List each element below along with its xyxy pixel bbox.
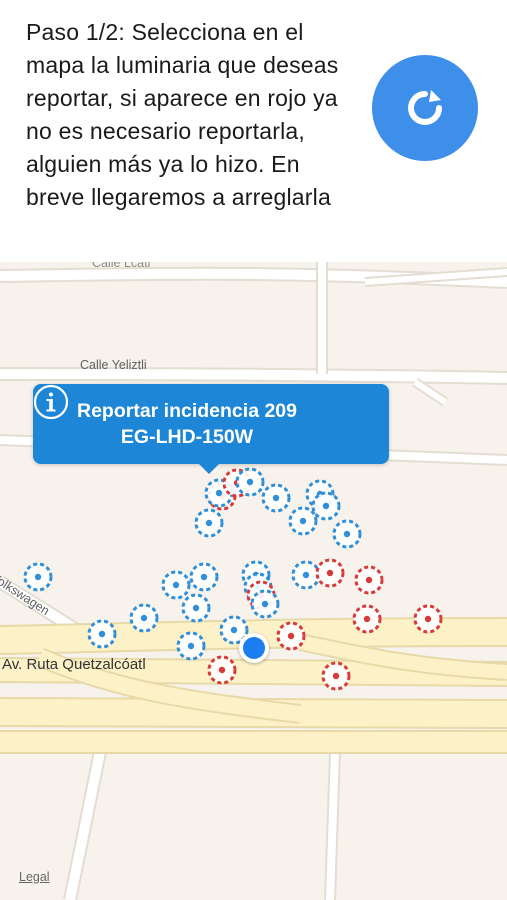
report-callout[interactable]: Reportar incidencia 209 EG-LHD-150W — [33, 384, 389, 464]
streetlight-marker[interactable] — [189, 562, 219, 592]
callout-title: Reportar incidencia 209 — [76, 400, 297, 422]
map-base — [0, 262, 507, 900]
streetlight-marker[interactable] — [261, 483, 291, 513]
refresh-button[interactable] — [372, 55, 478, 161]
street-label-top: Calle Lcatl — [92, 262, 151, 270]
instructions-header: Paso 1/2: Selecciona en el mapa la lumin… — [0, 0, 507, 262]
reported-streetlight-marker[interactable] — [321, 661, 351, 691]
streetlight-marker[interactable] — [235, 467, 265, 497]
callout-pointer — [197, 462, 221, 474]
streetlight-marker[interactable] — [332, 519, 362, 549]
reported-streetlight-marker[interactable] — [315, 558, 345, 588]
refresh-icon — [408, 90, 442, 125]
streetlight-marker[interactable] — [176, 631, 206, 661]
streetlight-marker[interactable] — [250, 589, 280, 619]
reported-streetlight-marker[interactable] — [354, 565, 384, 595]
streetlight-marker[interactable] — [181, 593, 211, 623]
streetlight-marker[interactable] — [311, 491, 341, 521]
street-label-yeliztli: Calle Yeliztli — [80, 358, 147, 372]
streetlight-marker[interactable] — [288, 506, 318, 536]
callout-text: Reportar incidencia 209 EG-LHD-150W — [41, 398, 333, 450]
streetlight-marker[interactable] — [291, 560, 321, 590]
streetlight-marker[interactable] — [161, 570, 191, 600]
reported-streetlight-marker[interactable] — [352, 604, 382, 634]
user-location-dot — [239, 633, 269, 663]
map-view[interactable]: Calle Lcatl Calle Yeliztli Volkswagen Av… — [0, 262, 507, 900]
instructions-text: Paso 1/2: Selecciona en el mapa la lumin… — [26, 19, 339, 210]
street-label-quetzalcoatl: Av. Ruta Quetzalcóatl — [2, 656, 146, 673]
streetlight-marker[interactable] — [23, 562, 53, 592]
reported-streetlight-marker[interactable] — [413, 604, 443, 634]
streetlight-marker[interactable] — [87, 619, 117, 649]
info-icon[interactable] — [33, 384, 69, 420]
legal-link[interactable]: Legal — [19, 870, 50, 884]
streetlight-marker[interactable] — [194, 508, 224, 538]
callout-subtitle: EG-LHD-150W — [120, 426, 254, 448]
reported-streetlight-marker[interactable] — [276, 621, 306, 651]
streetlight-marker[interactable] — [129, 603, 159, 633]
reported-streetlight-marker[interactable] — [207, 655, 237, 685]
